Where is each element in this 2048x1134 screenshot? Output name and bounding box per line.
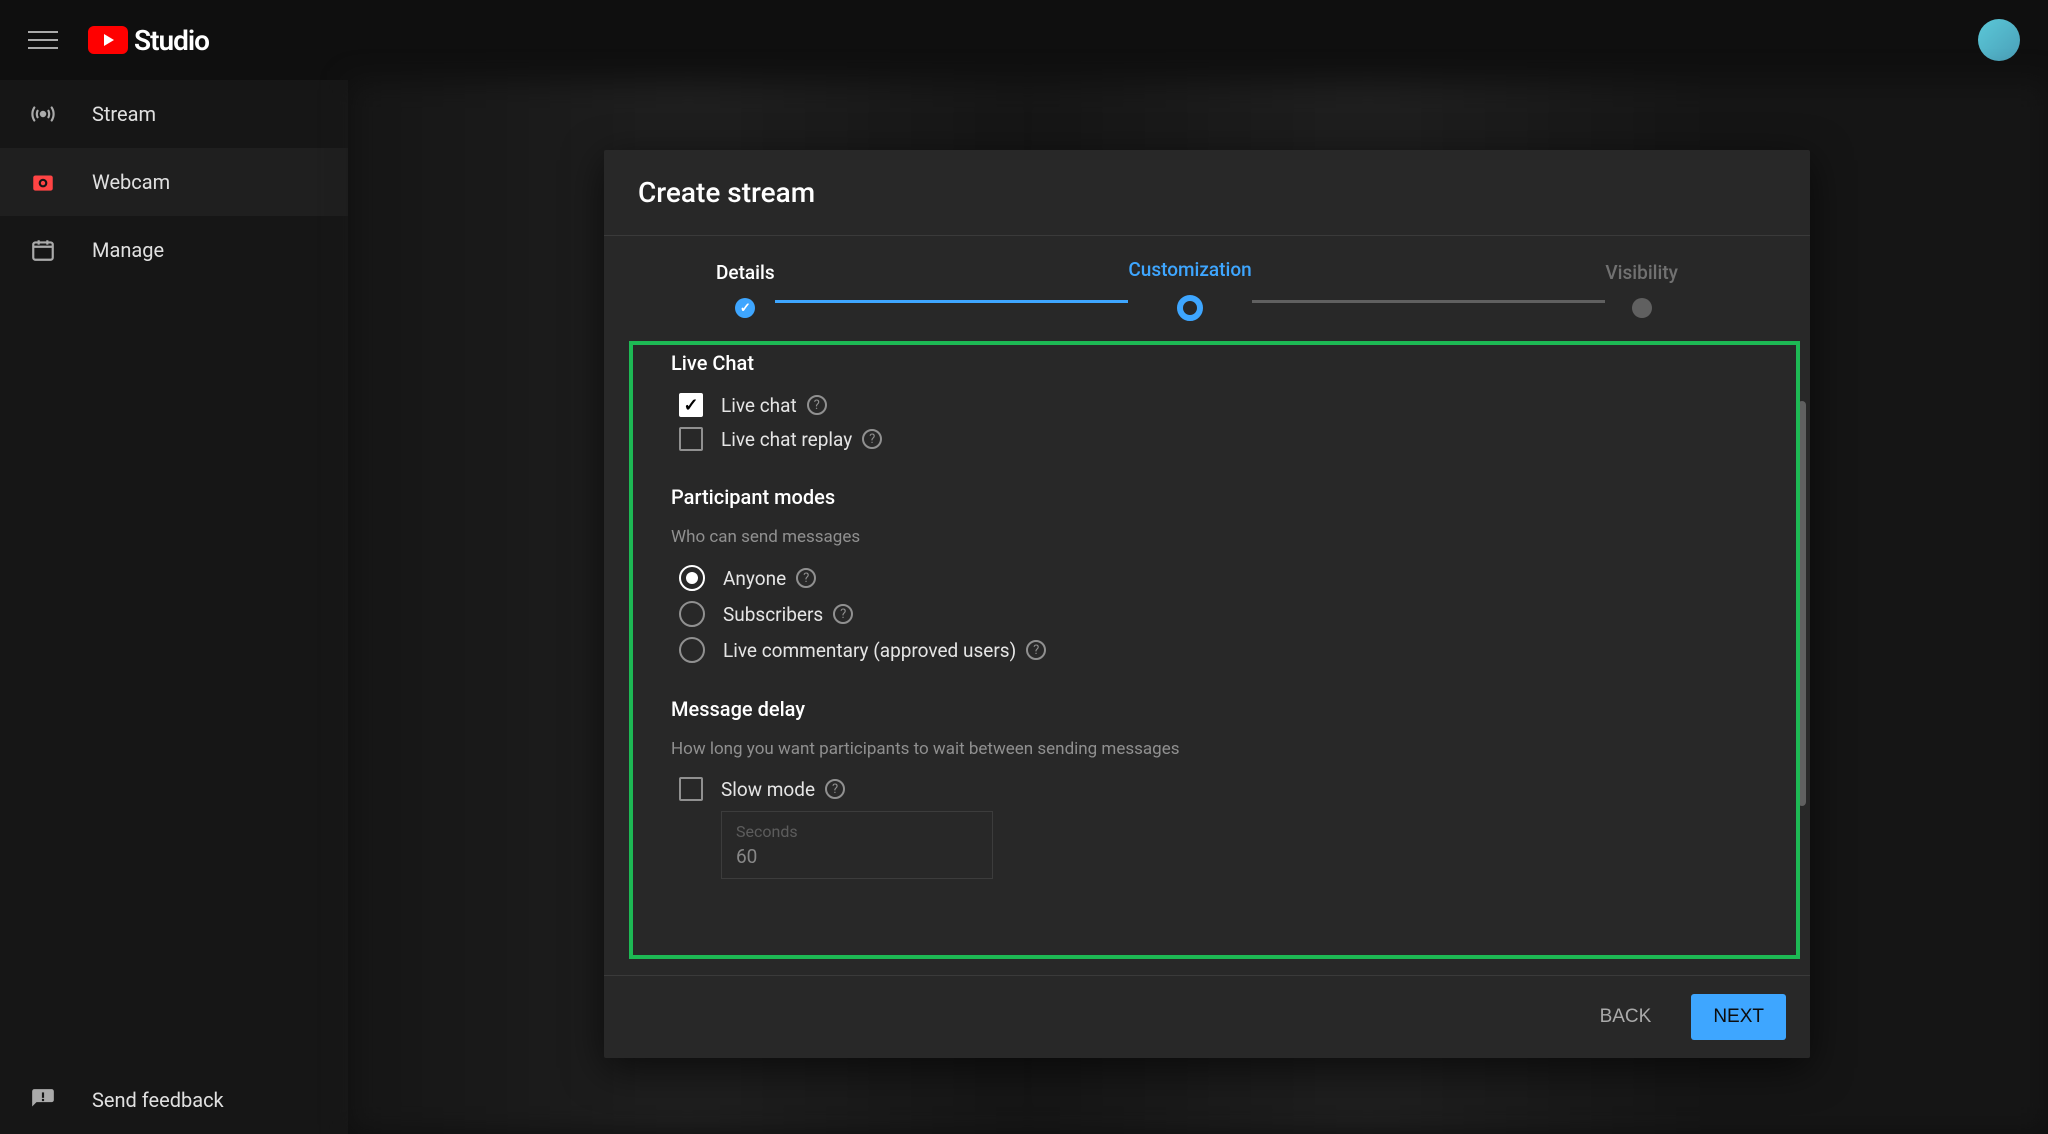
checkbox-icon [679, 427, 703, 451]
modal-header: Create stream [604, 150, 1810, 236]
section-heading: Participant modes [671, 485, 1776, 509]
sidebar-item-label: Manage [92, 238, 164, 262]
radio-anyone[interactable]: Anyone ? [679, 565, 1776, 591]
option-label: Live chat [721, 394, 797, 417]
stream-icon [30, 101, 56, 127]
input-value: 60 [736, 845, 978, 868]
radio-live-commentary[interactable]: Live commentary (approved users) ? [679, 637, 1776, 663]
scrollbar[interactable] [1798, 401, 1806, 806]
help-icon[interactable]: ? [825, 779, 845, 799]
sidebar-item-stream[interactable]: Stream [0, 80, 348, 148]
live-chat-section: Live Chat Live chat ? Live chat replay ? [671, 351, 1776, 451]
header: Studio [0, 0, 2048, 80]
calendar-icon [30, 237, 56, 263]
modal-body: Live Chat Live chat ? Live chat replay ?… [604, 321, 1810, 975]
option-label: Subscribers [723, 603, 823, 626]
checkbox-icon [679, 777, 703, 801]
hamburger-menu-icon[interactable] [28, 25, 58, 55]
option-label: Live chat replay [721, 428, 852, 451]
help-icon[interactable]: ? [807, 395, 827, 415]
avatar[interactable] [1978, 19, 2020, 61]
create-stream-modal: Create stream Details Customization Visi… [604, 150, 1810, 1058]
help-icon[interactable]: ? [833, 604, 853, 624]
checkbox-slow-mode[interactable]: Slow mode ? [679, 777, 1776, 801]
back-button[interactable]: BACK [1578, 994, 1674, 1040]
section-heading: Message delay [671, 697, 1776, 721]
app-name: Studio [134, 24, 209, 57]
modal-footer: BACK NEXT [604, 975, 1810, 1058]
stepper: Details Customization Visibility [604, 236, 1810, 321]
youtube-play-icon [88, 26, 128, 54]
radio-icon [679, 565, 705, 591]
sidebar-item-manage[interactable]: Manage [0, 216, 348, 284]
check-icon [735, 298, 755, 318]
feedback-icon [30, 1087, 56, 1113]
section-heading: Live Chat [671, 351, 1776, 375]
step-details[interactable]: Details [716, 261, 775, 318]
sidebar-item-label: Send feedback [92, 1088, 224, 1112]
help-icon[interactable]: ? [796, 568, 816, 588]
section-subtext: Who can send messages [671, 527, 1776, 547]
message-delay-section: Message delay How long you want particip… [671, 697, 1776, 879]
checkbox-icon [679, 393, 703, 417]
input-label: Seconds [736, 822, 978, 841]
step-customization[interactable]: Customization [1128, 258, 1251, 321]
webcam-icon [30, 169, 56, 195]
sidebar-item-label: Stream [92, 102, 156, 126]
option-label: Live commentary (approved users) [723, 639, 1016, 662]
help-icon[interactable]: ? [1026, 640, 1046, 660]
logo[interactable]: Studio [88, 24, 209, 57]
sidebar-item-feedback[interactable]: Send feedback [0, 1066, 348, 1134]
radio-icon [679, 637, 705, 663]
participant-modes-section: Participant modes Who can send messages … [671, 485, 1776, 663]
step-visibility[interactable]: Visibility [1605, 261, 1678, 318]
sidebar-item-webcam[interactable]: Webcam [0, 148, 348, 216]
step-line [775, 300, 1129, 303]
checkbox-live-chat[interactable]: Live chat ? [679, 393, 1776, 417]
radio-icon [679, 601, 705, 627]
option-label: Anyone [723, 567, 786, 590]
section-subtext: How long you want participants to wait b… [671, 739, 1776, 759]
sidebar-item-label: Webcam [92, 170, 170, 194]
step-dot-icon [1177, 295, 1203, 321]
radio-subscribers[interactable]: Subscribers ? [679, 601, 1776, 627]
step-dot-icon [1632, 298, 1652, 318]
checkbox-live-chat-replay[interactable]: Live chat replay ? [679, 427, 1776, 451]
sidebar: Stream Webcam Manage [0, 80, 348, 1134]
main-content: Create stream Details Customization Visi… [348, 80, 2048, 1134]
option-label: Slow mode [721, 778, 815, 801]
modal-title: Create stream [638, 176, 1776, 209]
next-button[interactable]: NEXT [1691, 994, 1786, 1040]
help-icon[interactable]: ? [862, 429, 882, 449]
step-line [1252, 300, 1606, 303]
seconds-input[interactable]: Seconds 60 [721, 811, 993, 879]
